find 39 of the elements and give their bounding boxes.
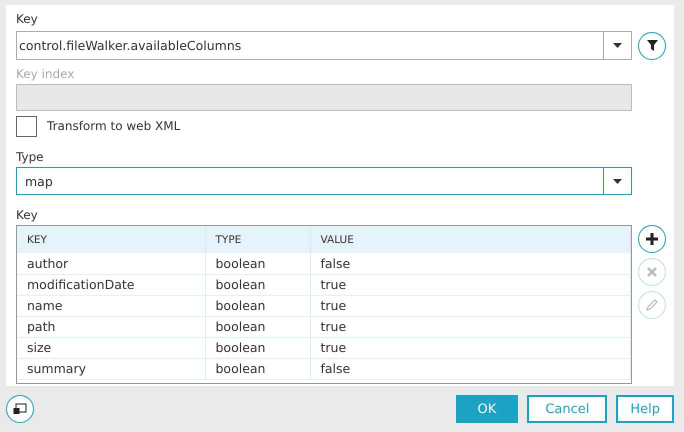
type-dropdown[interactable]: map — [16, 167, 632, 195]
table-cell: true — [310, 337, 630, 358]
caret-icon — [613, 178, 622, 184]
column-header[interactable]: KEY — [17, 226, 205, 253]
table-cell: author — [17, 253, 205, 274]
column-header[interactable]: TYPE — [205, 226, 310, 253]
plus-icon — [646, 233, 658, 245]
table-cell: path — [17, 316, 205, 337]
add-button[interactable] — [638, 225, 666, 253]
table-cell: false — [310, 253, 630, 274]
table-cell: boolean — [205, 316, 310, 337]
table-cell: boolean — [205, 337, 310, 358]
table-cell: boolean — [205, 253, 310, 274]
table-cell: boolean — [205, 358, 310, 379]
table-cell: name — [17, 295, 205, 316]
field-label: Type — [16, 149, 45, 166]
close-icon — [647, 267, 657, 277]
table-cell: summary — [17, 358, 205, 379]
caret-icon — [613, 43, 622, 48]
table-cell: true — [310, 274, 630, 295]
filter-button[interactable] — [638, 32, 666, 60]
window-icon — [13, 403, 27, 415]
checkbox[interactable] — [16, 116, 37, 137]
field-label: Key index — [16, 66, 76, 83]
column-header[interactable]: VALUE — [310, 226, 630, 253]
table-cell: size — [17, 337, 205, 358]
table-cell: true — [310, 316, 630, 337]
pencil-icon — [646, 299, 658, 311]
key-dropdown[interactable]: control.fileWalker.availableColumns — [16, 31, 632, 60]
filter-icon — [646, 40, 658, 51]
table-cell: false — [310, 358, 630, 379]
field-label: Key — [16, 207, 39, 224]
checkbox-label: Transform to web XML — [47, 118, 180, 135]
table-cell: true — [310, 295, 630, 316]
field-label: Key — [16, 11, 39, 28]
table-cell: modificationDate — [17, 274, 205, 295]
table-cell: boolean — [205, 295, 310, 316]
table-cell: boolean — [205, 274, 310, 295]
window-button[interactable] — [6, 395, 34, 423]
